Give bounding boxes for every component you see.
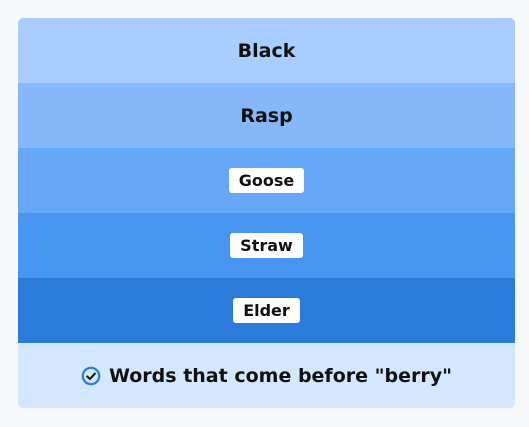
row-straw: Straw xyxy=(18,213,515,278)
row-black-label: Black xyxy=(237,39,296,62)
row-straw-chip[interactable]: Straw xyxy=(230,233,303,258)
row-black: Black xyxy=(18,18,515,83)
answer-label: Words that come before "berry" xyxy=(108,364,453,387)
answer-footer: Words that come before "berry" xyxy=(18,343,515,408)
row-rasp-label: Rasp xyxy=(240,104,293,127)
word-stack-card: Black Rasp Goose Straw Elder Words that … xyxy=(18,18,515,408)
row-goose: Goose xyxy=(18,148,515,213)
check-circle-icon xyxy=(81,366,101,385)
row-elder: Elder xyxy=(18,278,515,343)
row-elder-chip[interactable]: Elder xyxy=(233,298,300,323)
row-goose-chip[interactable]: Goose xyxy=(228,168,305,193)
row-rasp: Rasp xyxy=(18,83,515,148)
